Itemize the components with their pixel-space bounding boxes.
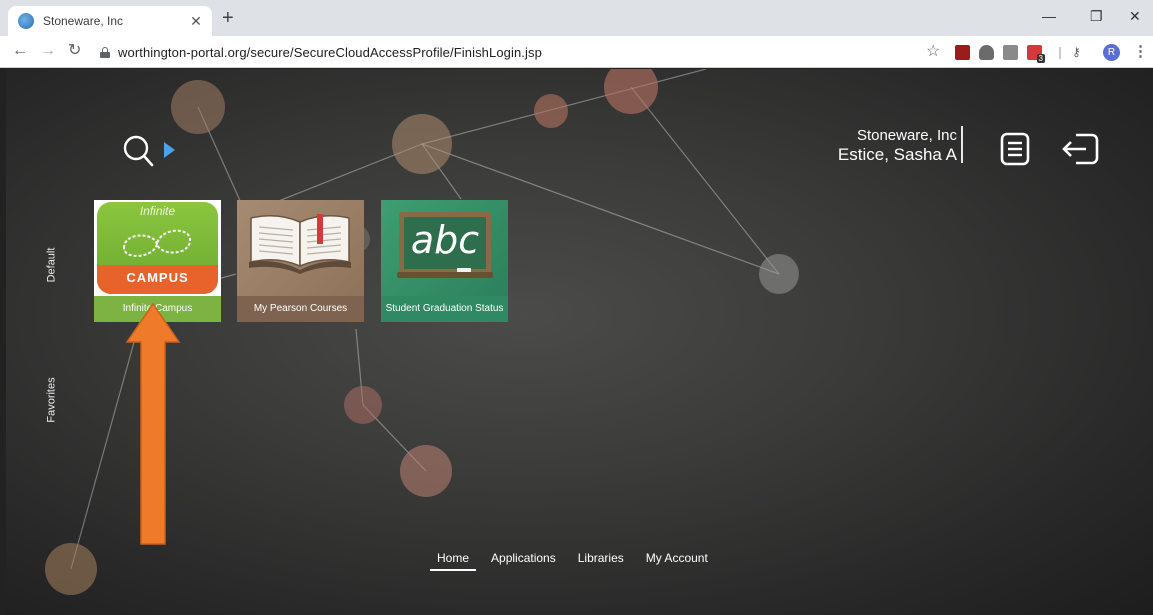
play-arrow-icon bbox=[164, 142, 175, 158]
nav-home[interactable]: Home bbox=[426, 550, 480, 571]
bookmark-star-icon[interactable]: ☆ bbox=[926, 41, 940, 61]
logout-icon[interactable] bbox=[1058, 131, 1102, 167]
close-window-icon[interactable]: ✕ bbox=[1129, 8, 1141, 25]
restore-icon[interactable]: ❐ bbox=[1090, 8, 1103, 25]
chalkboard-text: abc bbox=[410, 218, 480, 262]
lock-icon bbox=[100, 46, 110, 58]
url-text: worthington-portal.org/secure/SecureClou… bbox=[118, 44, 542, 60]
minimize-icon[interactable]: — bbox=[1042, 8, 1056, 24]
tile-label: My Pearson Courses bbox=[237, 296, 364, 322]
address-bar[interactable]: worthington-portal.org/secure/SecureClou… bbox=[100, 41, 950, 63]
drive-extension-icon[interactable] bbox=[979, 45, 994, 60]
user-info: Stoneware, Inc Estice, Sasha A bbox=[838, 127, 957, 165]
portal-page: Stoneware, Inc Estice, Sasha A Default F… bbox=[6, 69, 1153, 615]
open-book-icon bbox=[249, 214, 351, 274]
toolbar-divider bbox=[1059, 47, 1061, 59]
nav-libraries[interactable]: Libraries bbox=[567, 550, 635, 566]
cast-extension-icon[interactable] bbox=[1003, 45, 1018, 60]
org-name: Stoneware, Inc bbox=[856, 127, 957, 144]
nav-applications[interactable]: Applications bbox=[480, 550, 567, 566]
new-tab-icon[interactable]: + bbox=[222, 7, 234, 29]
browser-menu-icon[interactable]: ⋮ bbox=[1133, 42, 1148, 60]
tile-my-pearson-courses[interactable]: My Pearson Courses bbox=[237, 200, 364, 322]
extension-badge: 3 bbox=[1036, 54, 1045, 63]
calendar-extension-icon[interactable]: 3 bbox=[1027, 45, 1045, 63]
search-toggle[interactable] bbox=[119, 132, 179, 172]
user-name: Estice, Sasha A bbox=[837, 145, 957, 164]
tab-favorites[interactable]: Favorites bbox=[46, 377, 58, 422]
nav-my-account[interactable]: My Account bbox=[635, 550, 719, 566]
menu-list-icon[interactable] bbox=[998, 131, 1034, 167]
browser-tabstrip: Stoneware, Inc ✕ + — ❐ ✕ bbox=[0, 0, 1153, 36]
search-icon bbox=[123, 135, 175, 167]
reload-icon[interactable]: ↻ bbox=[68, 42, 81, 60]
tile-label: Student Graduation Status bbox=[381, 296, 508, 322]
bottom-nav: Home Applications Libraries My Account bbox=[426, 546, 719, 571]
back-icon[interactable]: ← bbox=[12, 42, 28, 60]
pdf-extension-icon[interactable] bbox=[955, 45, 970, 60]
globe-icon bbox=[18, 13, 34, 29]
logo-text-infinite: Infinite bbox=[139, 204, 176, 218]
tab-title: Stoneware, Inc bbox=[43, 14, 124, 28]
forward-icon[interactable]: → bbox=[40, 42, 56, 60]
key-icon[interactable]: ⚷ bbox=[1072, 45, 1087, 60]
browser-toolbar: ← → ↻ worthington-portal.org/secure/Secu… bbox=[0, 36, 1153, 68]
close-tab-icon[interactable]: ✕ bbox=[188, 13, 204, 30]
browser-tab[interactable]: Stoneware, Inc ✕ bbox=[8, 6, 212, 36]
annotation-arrow bbox=[125, 302, 181, 545]
tile-student-graduation-status[interactable]: abc Student Graduation Status bbox=[381, 200, 508, 322]
profile-avatar[interactable]: R bbox=[1103, 44, 1120, 61]
tab-default[interactable]: Default bbox=[45, 248, 57, 283]
header-divider bbox=[961, 126, 963, 163]
logo-text-campus: CAMPUS bbox=[126, 270, 189, 285]
